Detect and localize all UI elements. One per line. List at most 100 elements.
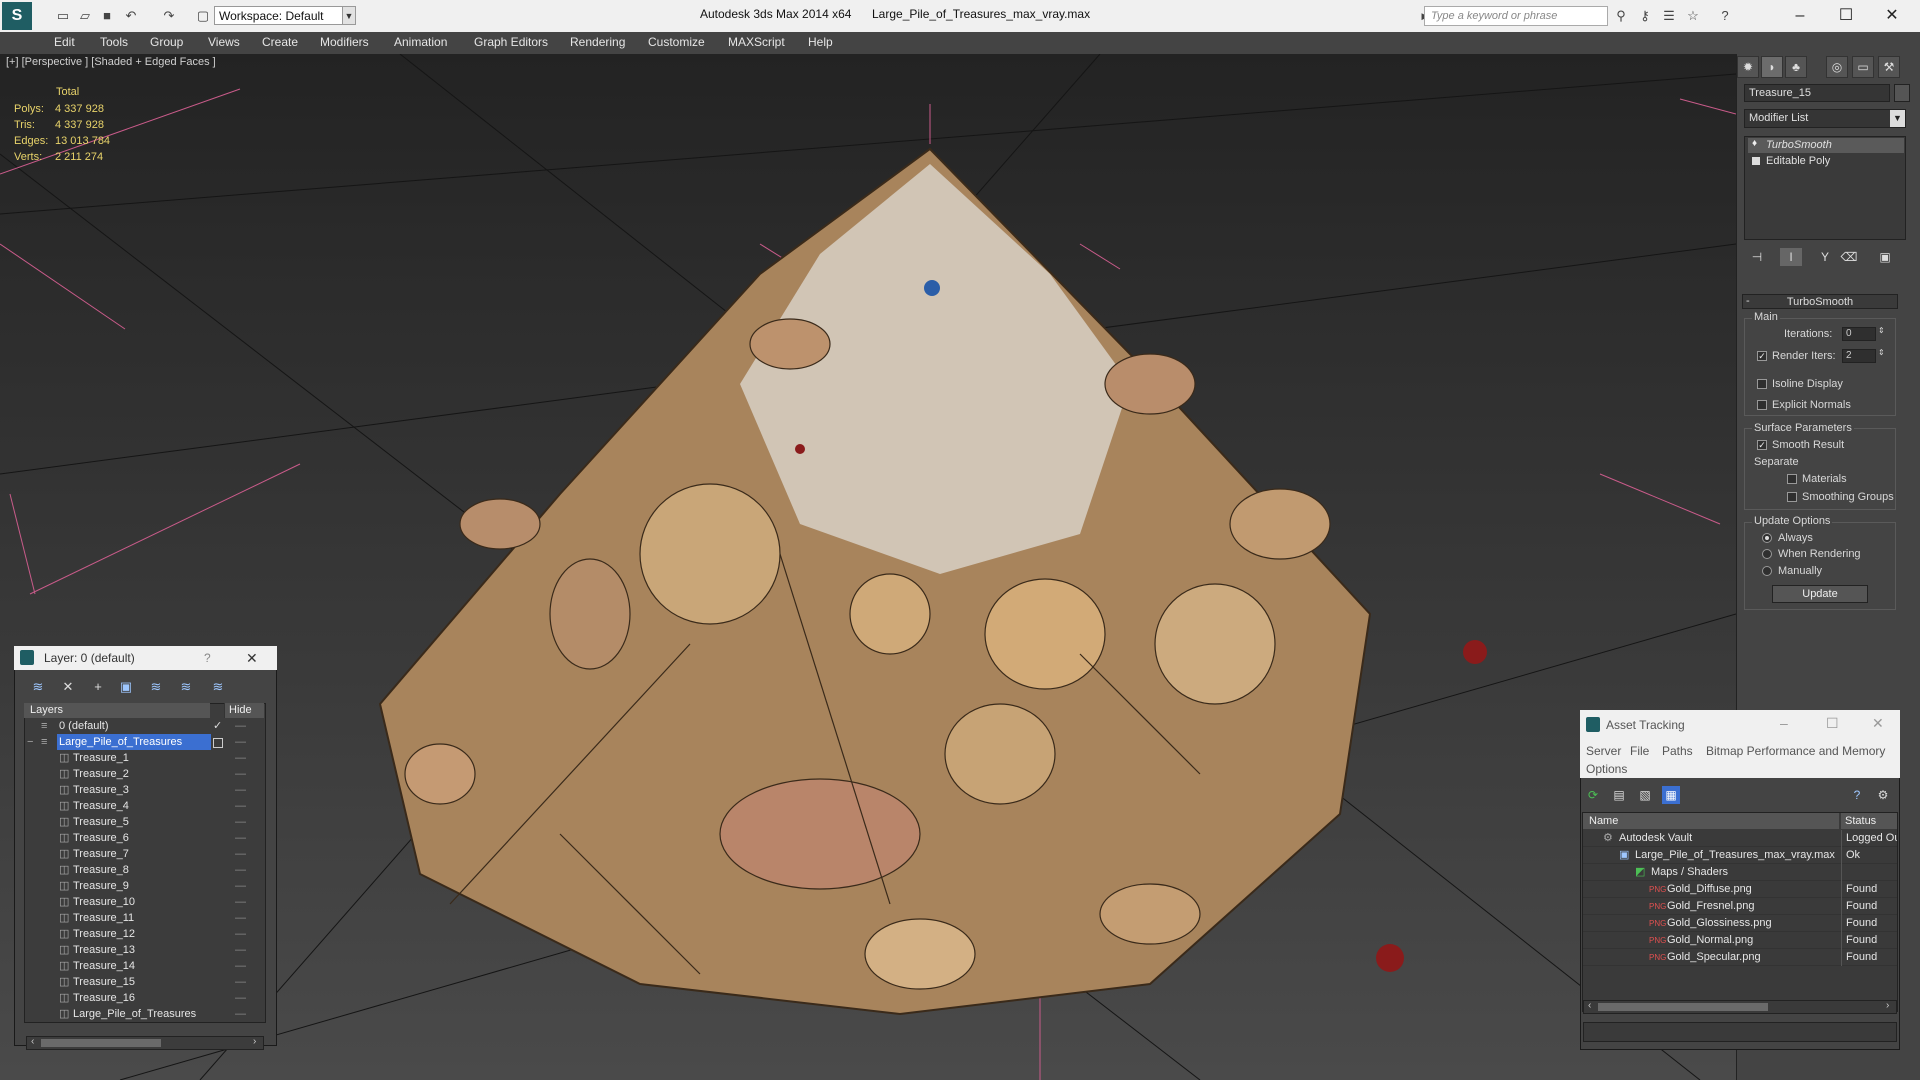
- pin-stack-icon[interactable]: ⊣: [1746, 248, 1768, 266]
- help-icon[interactable]: ?: [1716, 7, 1734, 25]
- hide-toggle[interactable]: —: [235, 750, 246, 766]
- table-view-icon[interactable]: ▦: [1662, 786, 1680, 804]
- menu-graph-editors[interactable]: Graph Editors: [474, 35, 548, 49]
- create-layer-icon[interactable]: +: [88, 678, 108, 696]
- manually-radio[interactable]: [1762, 566, 1772, 576]
- hide-toggle[interactable]: —: [235, 734, 246, 750]
- collapse-icon[interactable]: −: [27, 734, 33, 750]
- asset-row[interactable]: ◩ Maps / Shaders: [1583, 864, 1897, 881]
- asset-menu-paths[interactable]: Paths: [1662, 744, 1693, 758]
- maximize-button[interactable]: ☐: [1826, 4, 1866, 28]
- menu-rendering[interactable]: Rendering: [570, 35, 625, 49]
- layer-row[interactable]: ◫ Treasure_2—: [25, 766, 265, 782]
- show-end-result-icon[interactable]: I: [1780, 248, 1802, 266]
- smoothing-groups-checkbox[interactable]: [1787, 492, 1797, 502]
- hide-toggle[interactable]: —: [235, 894, 246, 910]
- update-button[interactable]: Update: [1772, 585, 1868, 603]
- hide-toggle[interactable]: —: [235, 830, 246, 846]
- redo-icon[interactable]: ↷: [160, 7, 178, 25]
- layer-row[interactable]: ◫ Treasure_14—: [25, 958, 265, 974]
- iterations-spinner[interactable]: 0: [1842, 327, 1876, 341]
- asset-minimize-button[interactable]: –: [1780, 715, 1788, 731]
- layer-help-button[interactable]: ?: [204, 646, 211, 670]
- modifier-list-arrow-icon[interactable]: ▼: [1890, 110, 1905, 127]
- modifier-list-dropdown[interactable]: Modifier List: [1744, 109, 1906, 128]
- utilities-tab-icon[interactable]: ⚒: [1878, 56, 1900, 78]
- current-layer-box[interactable]: [213, 738, 223, 748]
- viewport-label-menu[interactable]: [+] [Perspective ] [Shaded + Edged Faces…: [6, 56, 216, 68]
- workspace-dropdown[interactable]: Workspace: Default: [214, 6, 350, 25]
- menu-tools[interactable]: Tools: [100, 35, 128, 49]
- layer-row[interactable]: ◫ Treasure_7—: [25, 846, 265, 862]
- explicit-normals-checkbox[interactable]: [1757, 400, 1767, 410]
- smooth-result-checkbox[interactable]: ✓: [1757, 440, 1767, 450]
- asset-menu-file[interactable]: File: [1630, 744, 1649, 758]
- delete-layer-icon[interactable]: ✕: [58, 678, 78, 696]
- layer-row[interactable]: ◫ Treasure_13—: [25, 942, 265, 958]
- menu-edit[interactable]: Edit: [54, 35, 75, 49]
- project-folder-icon[interactable]: ▢: [194, 7, 212, 25]
- render-iters-checkbox[interactable]: ✓: [1757, 351, 1767, 361]
- select-objects-icon[interactable]: ≋: [146, 678, 166, 696]
- layer-row[interactable]: ◫ Treasure_9—: [25, 878, 265, 894]
- isoline-display-checkbox[interactable]: [1757, 379, 1767, 389]
- layer-row[interactable]: ◫ Treasure_11—: [25, 910, 265, 926]
- hide-toggle[interactable]: —: [235, 814, 246, 830]
- close-button[interactable]: ✕: [1872, 4, 1912, 28]
- layer-close-button[interactable]: ✕: [246, 646, 258, 670]
- rollout-collapse-icon[interactable]: -: [1746, 295, 1750, 307]
- make-unique-icon[interactable]: Y: [1814, 248, 1836, 266]
- thumbnail-view-icon[interactable]: ▧: [1636, 786, 1654, 804]
- layer-dialog-titlebar[interactable]: Layer: 0 (default) ? ✕: [14, 646, 277, 670]
- hide-toggle[interactable]: —: [235, 942, 246, 958]
- spinner-arrows-icon[interactable]: ⇕: [1878, 348, 1885, 357]
- current-layer-check-icon[interactable]: ✓: [213, 718, 222, 734]
- asset-row[interactable]: PNG Gold_Normal.png Found: [1583, 932, 1897, 949]
- layer-row[interactable]: ≡ 0 (default) ✓ —: [25, 718, 265, 734]
- new-file-icon[interactable]: ▭: [54, 7, 72, 25]
- subscription-icon[interactable]: ☰: [1660, 7, 1678, 25]
- menu-customize[interactable]: Customize: [648, 35, 705, 49]
- object-name-field[interactable]: Treasure_15: [1744, 84, 1890, 102]
- render-iters-spinner[interactable]: 2: [1842, 349, 1876, 363]
- layer-horizontal-scrollbar[interactable]: ‹ ›: [26, 1036, 264, 1050]
- name-column-header[interactable]: Name: [1583, 813, 1839, 829]
- menu-group[interactable]: Group: [150, 35, 183, 49]
- scroll-right-icon[interactable]: ›: [253, 1036, 256, 1047]
- asset-row[interactable]: ⚙Autodesk VaultLogged Out: [1583, 830, 1897, 847]
- key-icon[interactable]: ⚷: [1636, 7, 1654, 25]
- asset-path-field[interactable]: [1583, 1022, 1897, 1042]
- asset-menu-options[interactable]: Options: [1586, 762, 1627, 776]
- create-tab-icon[interactable]: ✹: [1737, 56, 1759, 78]
- hide-toggle[interactable]: —: [235, 878, 246, 894]
- remove-modifier-icon[interactable]: ⌫: [1838, 248, 1860, 266]
- when-rendering-radio[interactable]: [1762, 549, 1772, 559]
- refresh-icon[interactable]: ⟳: [1584, 786, 1602, 804]
- scroll-left-icon[interactable]: ‹: [1588, 1000, 1591, 1011]
- scrollbar-thumb[interactable]: [41, 1039, 161, 1047]
- undo-icon[interactable]: ↶: [122, 7, 140, 25]
- stack-item-editable-poly[interactable]: Editable Poly: [1748, 154, 1904, 169]
- status-column-header[interactable]: Status: [1841, 813, 1897, 829]
- asset-tracking-titlebar[interactable]: Asset Tracking – ☐ ✕: [1580, 710, 1900, 740]
- hide-toggle[interactable]: —: [235, 974, 246, 990]
- menu-views[interactable]: Views: [208, 35, 240, 49]
- hide-toggle[interactable]: —: [235, 926, 246, 942]
- asset-row[interactable]: ▣ Large_Pile_of_Treasures_max_vray.max Ok: [1583, 847, 1897, 864]
- configure-modifier-sets-icon[interactable]: ▣: [1874, 248, 1896, 266]
- layer-tool-icon[interactable]: ≋: [28, 678, 48, 696]
- hide-toggle[interactable]: —: [235, 910, 246, 926]
- hide-toggle[interactable]: —: [235, 766, 246, 782]
- menu-modifiers[interactable]: Modifiers: [320, 35, 369, 49]
- add-to-layer-icon[interactable]: ▣: [116, 678, 136, 696]
- scroll-right-icon[interactable]: ›: [1886, 1000, 1889, 1011]
- list-view-icon[interactable]: ▤: [1610, 786, 1628, 804]
- asset-row[interactable]: PNG Gold_Glossiness.png Found: [1583, 915, 1897, 932]
- asset-maximize-button[interactable]: ☐: [1826, 715, 1839, 732]
- hide-toggle[interactable]: —: [235, 958, 246, 974]
- layers-column-header[interactable]: Layers: [24, 703, 210, 718]
- asset-settings-icon[interactable]: ⚙: [1874, 786, 1892, 804]
- hide-toggle[interactable]: —: [235, 718, 246, 734]
- open-file-icon[interactable]: ▱: [76, 7, 94, 25]
- layer-row[interactable]: ◫ Treasure_10—: [25, 894, 265, 910]
